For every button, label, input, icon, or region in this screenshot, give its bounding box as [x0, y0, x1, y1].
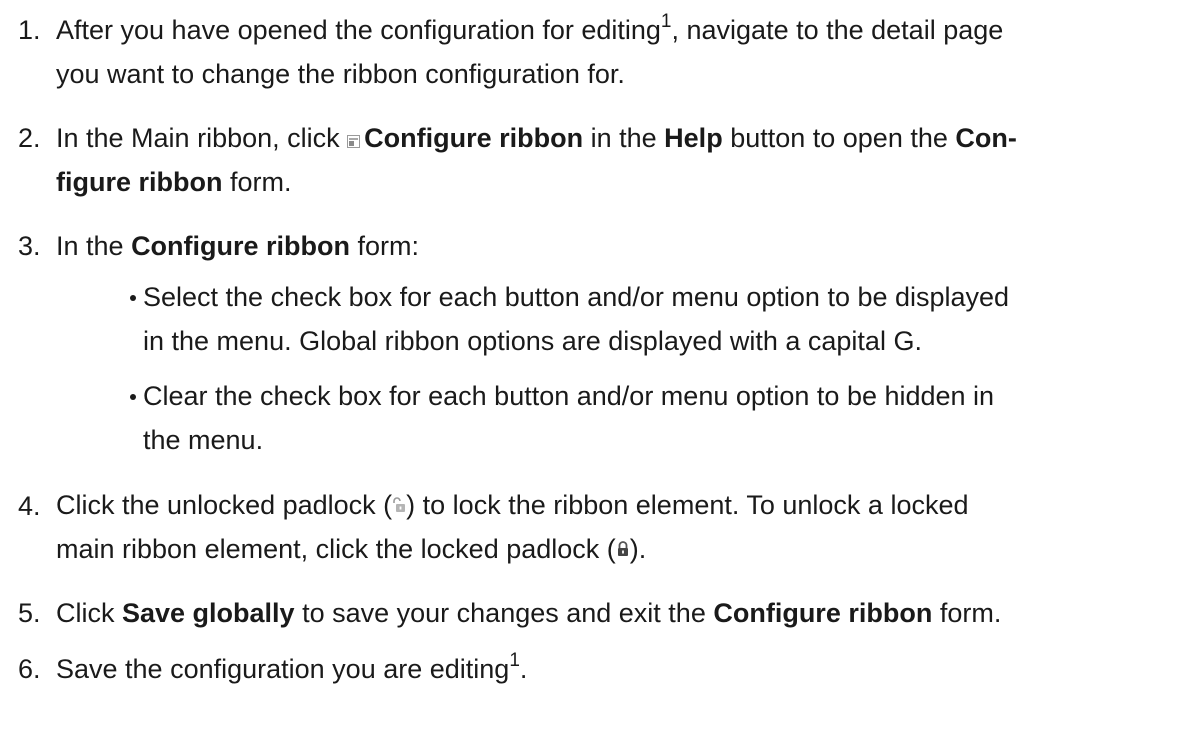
bullet-dot — [130, 394, 136, 400]
configure-ribbon-icon — [347, 126, 361, 148]
step-text: Click Save globally to save your changes… — [56, 598, 1002, 628]
bullet-text: Select the check box for each button and… — [143, 282, 1010, 312]
footnote-ref[interactable]: 1 — [661, 11, 672, 32]
step-number: 6. — [18, 654, 41, 684]
step-text: After you have opened the configuration … — [56, 11, 1004, 45]
step-text-cont: figure ribbon form. — [56, 167, 292, 197]
bullet-text: Clear the check box for each button and/… — [143, 381, 995, 411]
step-text: In the Main ribbon, click Configure ribb… — [56, 123, 1017, 153]
step-number: 3. — [18, 231, 41, 261]
step-text: Save the configuration you are editing1. — [56, 650, 528, 684]
step-number: 1. — [18, 15, 41, 45]
step-text: Click the unlocked padlock () to lock th… — [56, 490, 969, 520]
step-text-cont: main ribbon element, click the locked pa… — [56, 534, 647, 564]
footnote-ref[interactable]: 1 — [509, 650, 520, 671]
unlocked-padlock-icon — [392, 491, 406, 512]
step-number: 2. — [18, 123, 41, 153]
step-text-cont: you want to change the ribbon configurat… — [56, 59, 625, 89]
step-number: 5. — [18, 598, 41, 628]
locked-padlock-icon — [616, 535, 630, 556]
step-text: In the Configure ribbon form: — [56, 231, 420, 261]
bullet-dot — [130, 295, 136, 301]
bullet-text-cont: the menu. — [143, 425, 264, 455]
step-number: 4. — [18, 491, 41, 521]
bullet-text-cont: in the menu. Global ribbon options are d… — [143, 326, 922, 356]
